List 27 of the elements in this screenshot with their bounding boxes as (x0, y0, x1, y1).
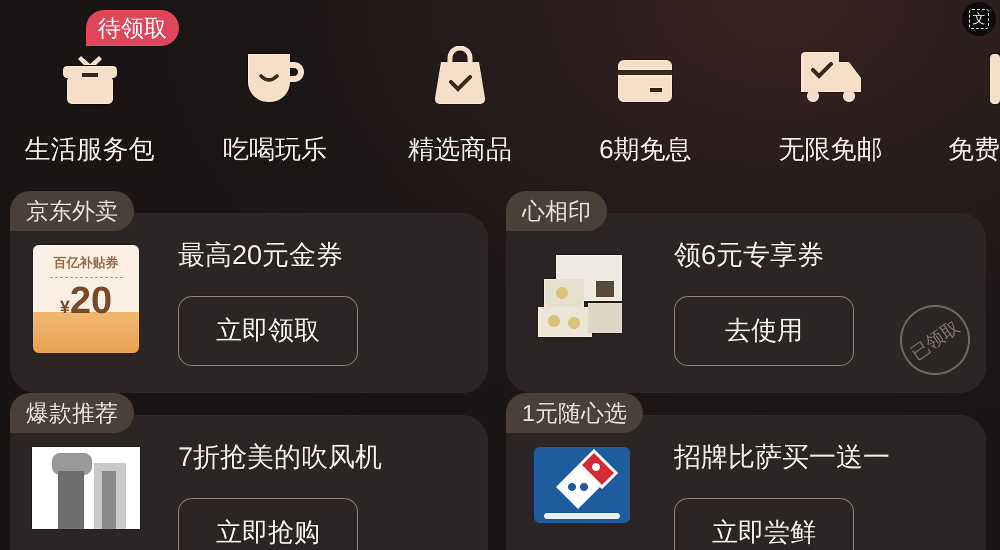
coupon-amount: 20 (70, 282, 112, 320)
pending-badge: 待领取 (86, 10, 179, 46)
offer-title: 招牌比萨买一送一 (674, 441, 890, 474)
currency-symbol: ¥ (60, 296, 70, 318)
shopping-bag-icon (433, 46, 488, 104)
coupon-caption: 百亿补贴券 (50, 253, 122, 278)
offer-button[interactable]: 立即抢购 (178, 498, 358, 550)
service-label[interactable]: 生活服务包 (24, 130, 155, 169)
offer-button[interactable]: 立即领取 (178, 296, 358, 366)
service-label[interactable]: 无限免邮 (778, 130, 883, 169)
offer-button[interactable]: 立即尝鲜 (674, 498, 854, 550)
offer-tag: 爆款推荐 (10, 393, 134, 433)
service-label[interactable]: 6期免息 (599, 130, 692, 169)
offer-title: 7折抢美的吹风机 (178, 441, 382, 474)
offer-tag: 心相印 (506, 191, 607, 231)
service-label[interactable]: 精选商品 (408, 130, 512, 169)
offer-title: 领6元专享券 (674, 239, 826, 272)
translate-button[interactable]: 文 (962, 2, 996, 36)
card-icon (616, 58, 674, 104)
service-label[interactable]: 吃喝玩乐 (222, 130, 327, 169)
offer-tag: 1元随心选 (506, 393, 643, 433)
offer-tag: 京东外卖 (10, 191, 134, 231)
offer-button[interactable]: 去使用 (674, 296, 854, 366)
service-label[interactable]: 免费 (948, 130, 1000, 169)
truck-icon (798, 50, 863, 104)
service-icon (990, 54, 1000, 104)
offer-title: 最高20元金券 (178, 239, 344, 272)
